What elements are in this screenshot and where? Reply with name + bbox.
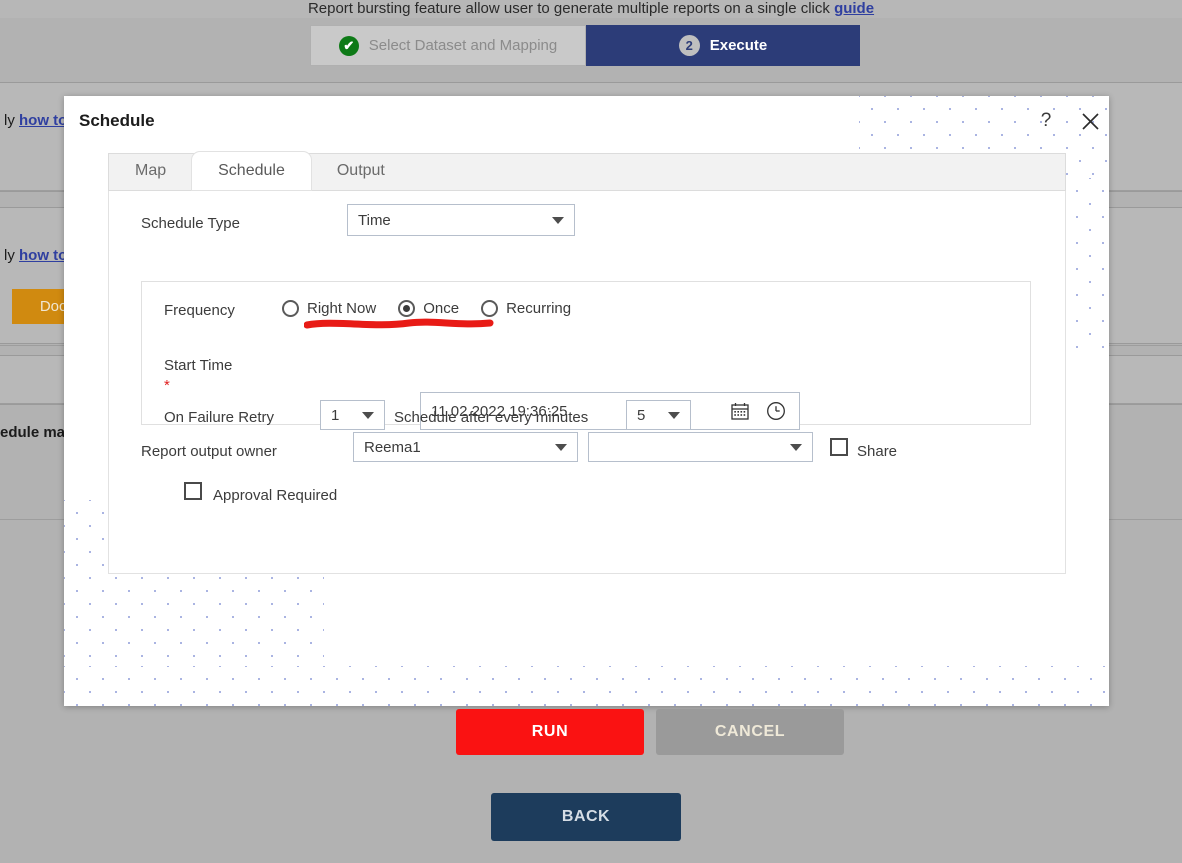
report-output-owner-label: Report output owner <box>141 443 277 460</box>
report-output-owner-secondary-select[interactable] <box>588 432 813 462</box>
close-icon[interactable] <box>1075 106 1105 136</box>
schedule-type-select[interactable]: Time <box>347 204 575 236</box>
step-number-badge: 2 <box>678 35 700 56</box>
report-output-owner-select[interactable]: Reema1 <box>353 432 578 462</box>
bg-row-2-prefix: ly <box>4 247 15 264</box>
help-icon[interactable]: ? <box>1031 106 1061 136</box>
tab-output[interactable]: Output <box>311 152 411 190</box>
radio-once-indicator <box>398 300 416 317</box>
guide-link[interactable]: guide <box>834 0 874 17</box>
chevron-down-icon <box>668 411 680 419</box>
radio-right-now-indicator <box>282 300 299 317</box>
schedule-type-label: Schedule Type <box>141 215 240 232</box>
schedule-panel: Schedule Type Time Frequency Right Now O… <box>108 191 1066 574</box>
radio-right-now-label: Right Now <box>307 300 377 317</box>
radio-recurring-indicator <box>481 300 499 317</box>
radio-right-now[interactable]: Right Now <box>282 300 376 317</box>
chevron-down-icon <box>790 443 802 451</box>
wizard-steps: ✔ Select Dataset and Mapping 2 Execute <box>310 25 860 66</box>
bg-row-2-text: ly how to <box>4 247 67 264</box>
bg-row-1-link[interactable]: how to <box>19 112 67 129</box>
approval-required-checkbox[interactable] <box>184 482 202 500</box>
wizard-step-1-label: Select Dataset and Mapping <box>368 37 558 54</box>
clock-icon[interactable] <box>763 398 789 424</box>
bursting-banner: Report bursting feature allow user to ge… <box>0 0 1182 18</box>
bursting-banner-text: Report bursting feature allow user to ge… <box>307 0 830 17</box>
run-button[interactable]: RUN <box>456 709 644 755</box>
dialog-tabs: Map Schedule Output <box>108 152 1066 191</box>
decorative-dot-pattern-bottom <box>64 666 1109 706</box>
frequency-radio-group: Right Now Once Recurring <box>282 300 593 317</box>
radio-recurring[interactable]: Recurring <box>481 300 571 317</box>
bg-row-1-text: ly how to <box>4 112 67 129</box>
wizard-step-2-label: Execute <box>709 37 768 54</box>
back-button[interactable]: BACK <box>491 793 681 841</box>
approval-required-label: Approval Required <box>213 487 338 504</box>
radio-once-label: Once <box>423 300 460 317</box>
frequency-label: Frequency <box>164 302 235 319</box>
check-circle-icon: ✔ <box>338 35 359 56</box>
wizard-step-select-dataset[interactable]: ✔ Select Dataset and Mapping <box>310 25 586 66</box>
radio-recurring-label: Recurring <box>506 300 572 317</box>
retry-count-value: 1 <box>331 406 340 424</box>
bg-schedule-text: edule ma <box>0 424 66 441</box>
tab-map[interactable]: Map <box>109 152 192 190</box>
chevron-down-icon <box>555 443 567 451</box>
bg-row-2-link[interactable]: how to <box>19 247 67 264</box>
start-time-label: Start Time <box>164 357 233 374</box>
retry-minutes-select[interactable]: 5 <box>626 400 691 430</box>
share-checkbox[interactable] <box>830 438 848 456</box>
wizard-step-execute[interactable]: 2 Execute <box>586 25 860 66</box>
dialog-title: Schedule <box>79 111 155 130</box>
report-output-owner-value: Reema1 <box>364 438 421 456</box>
chevron-down-icon <box>362 411 374 419</box>
tab-schedule[interactable]: Schedule <box>192 152 311 190</box>
start-time-required-marker: * <box>164 377 170 394</box>
bg-row-1-prefix: ly <box>4 112 15 129</box>
schedule-type-value: Time <box>358 211 391 229</box>
frequency-fieldset: Frequency Right Now Once Recurring Start… <box>141 281 1031 430</box>
cancel-button[interactable]: CANCEL <box>656 709 844 755</box>
radio-once[interactable]: Once <box>398 300 459 317</box>
schedule-interval-label: Schedule after every minutes <box>394 409 589 426</box>
chevron-down-icon <box>552 216 564 224</box>
on-failure-retry-label: On Failure Retry <box>164 409 275 426</box>
share-label: Share <box>857 443 898 460</box>
schedule-dialog: Schedule ? Map Schedule Output Schedule … <box>64 96 1109 755</box>
retry-count-select[interactable]: 1 <box>320 400 385 430</box>
retry-minutes-value: 5 <box>637 406 646 424</box>
decorative-dot-pattern-right <box>1064 178 1109 356</box>
calendar-icon[interactable] <box>727 398 753 424</box>
